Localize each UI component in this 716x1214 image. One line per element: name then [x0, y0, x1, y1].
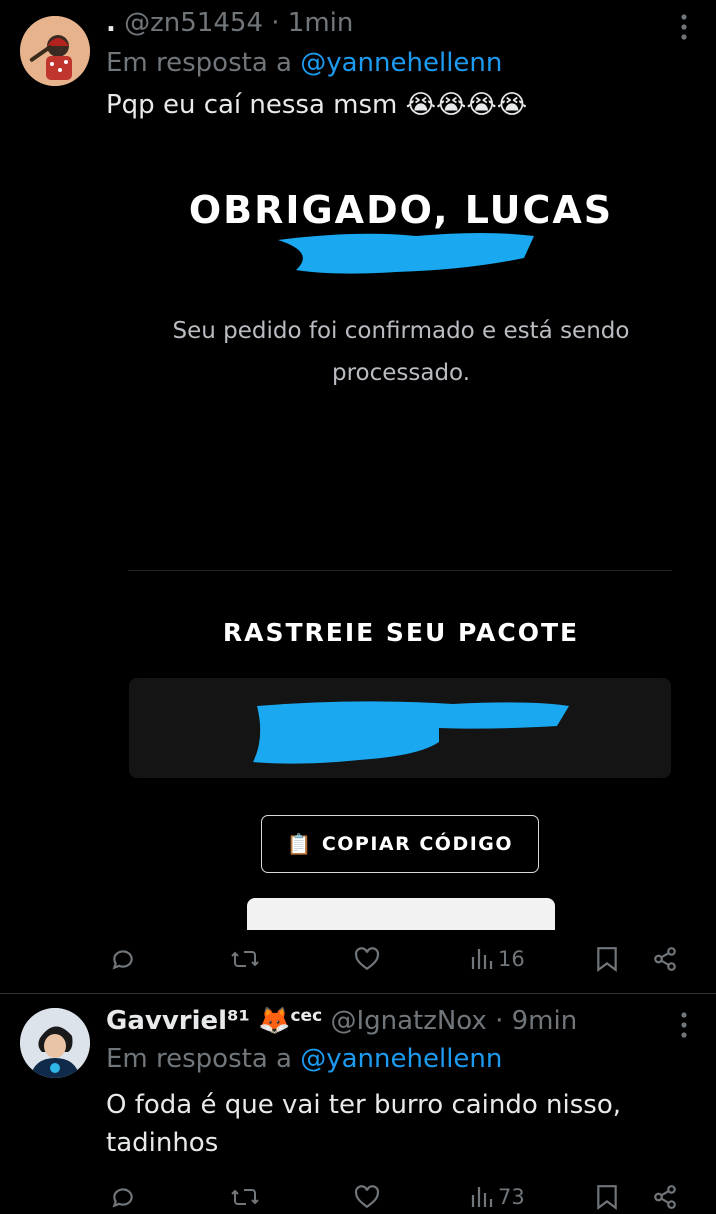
cut-off-button [247, 898, 555, 930]
tweet-divider [0, 993, 716, 994]
redaction-scribble-1 [278, 233, 534, 274]
avatar-ignatznox[interactable] [20, 1008, 90, 1078]
views-count: 73 [498, 1185, 525, 1209]
avatar-image [20, 16, 90, 86]
tracking-code-box [129, 678, 671, 778]
reply-icon[interactable] [106, 1180, 140, 1214]
views-count: 16 [498, 947, 525, 971]
redaction-scribble-2 [253, 701, 569, 764]
views-icon[interactable]: 16 [470, 942, 525, 976]
display-name[interactable]: Gavvriel⁸¹ [106, 1006, 250, 1036]
timestamp[interactable]: 9min [512, 1006, 578, 1036]
reply-icon[interactable] [106, 942, 140, 976]
reply-to-link[interactable]: @yannehellenn [300, 1044, 502, 1074]
more-options-icon[interactable] [670, 12, 698, 42]
tweet-text: Pqp eu caí nessa msm 😭😭😭😭 [106, 90, 528, 120]
reply-context: Em resposta a @yannehellenn [106, 1044, 502, 1074]
views-icon[interactable]: 73 [470, 1180, 525, 1214]
display-name[interactable]: . [106, 8, 116, 38]
reply-prefix: Em resposta a [106, 48, 292, 78]
fox-emoji-badge: 🦊 [258, 1006, 291, 1036]
handle[interactable]: @IgnatzNox [330, 1006, 486, 1036]
more-options-icon[interactable] [670, 1010, 698, 1040]
reply-prefix: Em resposta a [106, 1044, 292, 1074]
badge-suffix: cec [290, 1006, 323, 1026]
retweet-icon[interactable] [228, 1180, 262, 1214]
separator: · [271, 8, 280, 38]
tweet-text-line-1: O foda é que vai ter burro caindo nisso, [106, 1090, 622, 1120]
bookmark-icon[interactable] [592, 942, 622, 976]
tweet-media[interactable]: OBRIGADO, LUCAS Seu pedido foi confirmad… [106, 140, 696, 930]
reply-context: Em resposta a @yannehellenn [106, 48, 502, 78]
like-icon[interactable] [350, 1180, 384, 1214]
tweet-text-line-2: tadinhos [106, 1128, 219, 1158]
confirmation-text: Seu pedido foi confirmado e está sendo p… [172, 318, 630, 386]
avatar-image [20, 1008, 90, 1078]
like-icon[interactable] [350, 942, 384, 976]
timestamp[interactable]: 1min [288, 8, 354, 38]
separator: · [495, 1006, 504, 1036]
tweet-header: . @zn51454 · 1min [106, 8, 353, 38]
media-divider [128, 570, 672, 571]
retweet-icon[interactable] [228, 942, 262, 976]
share-icon[interactable] [650, 942, 680, 976]
copy-code-label: COPIAR CÓDIGO [321, 833, 514, 855]
copy-code-button[interactable]: 📋 COPIAR CÓDIGO [261, 815, 539, 873]
tweet-header: Gavvriel⁸¹ 🦊cec @IgnatzNox · 9min [106, 1006, 577, 1036]
handle[interactable]: @zn51454 [124, 8, 263, 38]
tracking-heading: RASTREIE SEU PACOTE [222, 618, 580, 647]
bookmark-icon[interactable] [592, 1180, 622, 1214]
avatar-zn51454[interactable] [20, 16, 90, 86]
clipboard-icon: 📋 [286, 832, 312, 856]
share-icon[interactable] [650, 1180, 680, 1214]
reply-to-link[interactable]: @yannehellenn [300, 48, 502, 78]
